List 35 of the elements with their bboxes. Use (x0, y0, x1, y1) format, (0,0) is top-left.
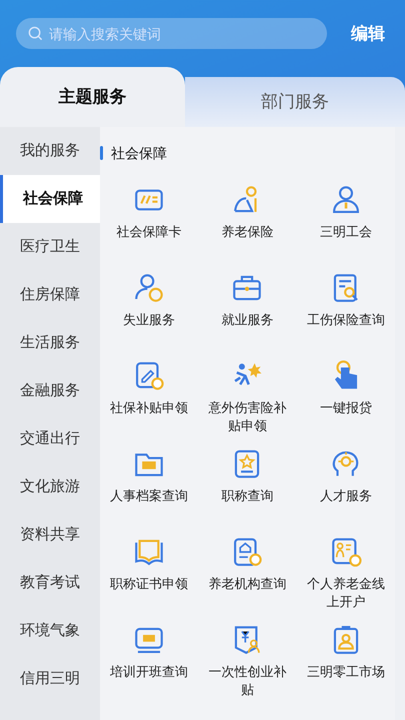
service-label[interactable]: 三明零工市场 (296, 663, 395, 681)
service-label[interactable]: 职称查询 (198, 487, 296, 505)
service-label[interactable]: 一次性创业补贴 (198, 663, 296, 699)
sidebar-item[interactable]: 社会保障 (0, 175, 100, 223)
service-label[interactable]: 养老机构查询 (198, 575, 296, 593)
sidebar-item[interactable]: 金融服务 (0, 367, 100, 415)
service-label[interactable]: 个人养老金线上开户 (296, 575, 395, 611)
sidebar-item[interactable]: 文化旅游 (0, 463, 100, 511)
service-label[interactable]: 社会保障卡 (100, 223, 198, 241)
sidebar-item[interactable]: 医疗卫生 (0, 223, 100, 271)
service-label[interactable]: 养老保险 (198, 223, 296, 241)
sidebar-item[interactable]: 信用三明 (0, 655, 100, 703)
edit-button[interactable]: 编辑 (351, 20, 385, 46)
tab[interactable]: 主题服务 (0, 67, 185, 127)
service-label[interactable]: 人事档案查询 (100, 487, 198, 505)
service-label[interactable]: 失业服务 (100, 311, 198, 329)
section-title: 社会保障 (111, 144, 167, 162)
service-label[interactable]: 一键报贷 (296, 399, 395, 417)
service-label[interactable]: 职称证书申领 (100, 575, 198, 593)
service-label[interactable]: 三明工会 (296, 223, 395, 241)
sidebar-item[interactable]: 生活服务 (0, 319, 100, 367)
tab[interactable]: 部门服务 (185, 77, 405, 127)
service-label[interactable]: 就业服务 (198, 311, 296, 329)
sidebar-item[interactable]: 资料共享 (0, 511, 100, 559)
sidebar-item[interactable]: 教育考试 (0, 559, 100, 607)
search-icon (28, 26, 43, 41)
sidebar-item[interactable]: 环境气象 (0, 607, 100, 655)
sidebar-item[interactable]: 住房保障 (0, 271, 100, 319)
service-label[interactable]: 人才服务 (296, 487, 395, 505)
service-label[interactable]: 意外伤害险补贴申领 (198, 399, 296, 435)
sidebar-item[interactable]: 我的服务 (0, 127, 100, 175)
service-label[interactable]: 培训开班查询 (100, 663, 198, 681)
service-label[interactable]: 社保补贴申领 (100, 399, 198, 417)
service-label[interactable]: 工伤保险查询 (296, 311, 395, 329)
sidebar-item[interactable]: 交通出行 (0, 415, 100, 463)
